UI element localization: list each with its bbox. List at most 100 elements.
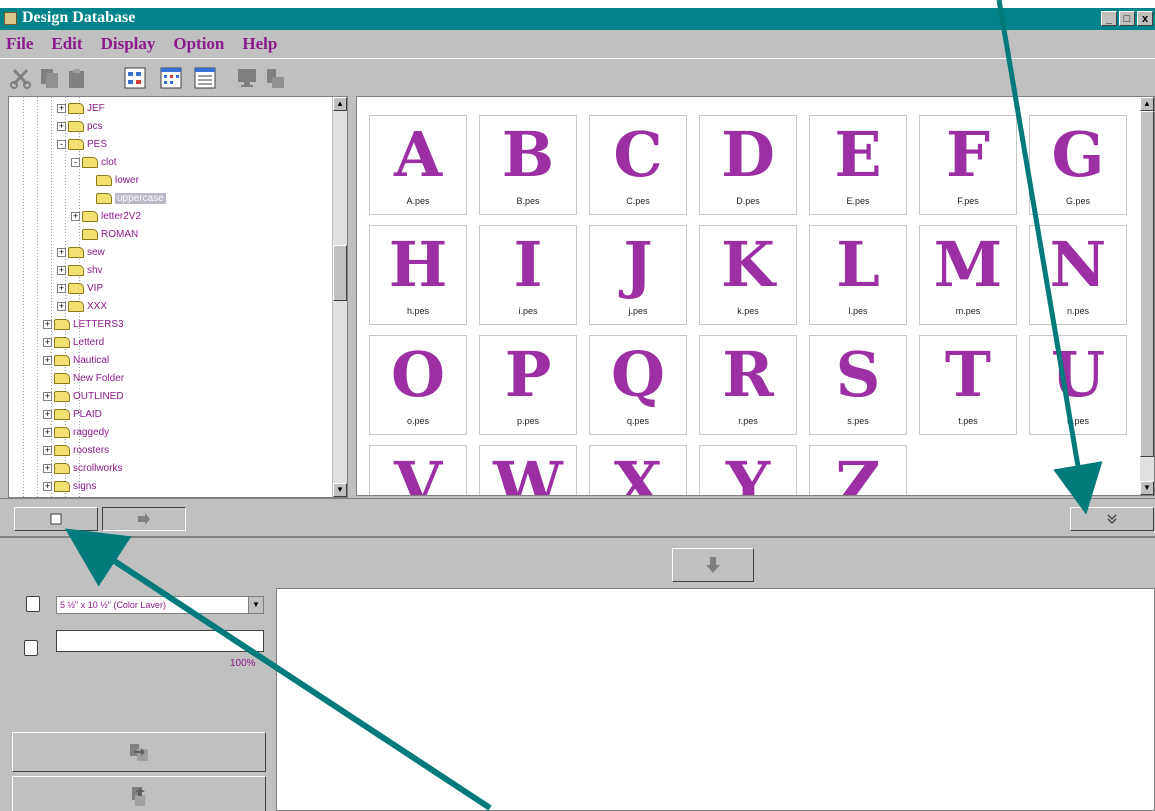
expand-icon[interactable]: + <box>43 355 52 365</box>
design-thumbnail[interactable]: Ll.pes <box>809 225 907 325</box>
monitor-icon[interactable] <box>236 67 258 89</box>
collapse-button[interactable] <box>1070 507 1154 531</box>
design-thumbnail[interactable]: Kk.pes <box>699 225 797 325</box>
tree-item[interactable]: + scrollworks <box>43 459 122 477</box>
copy-icon[interactable] <box>38 67 60 89</box>
hoop-size-select[interactable]: 5 ½" x 10 ½" (Color Laver) ▼ <box>56 596 264 614</box>
close-button[interactable]: x <box>1137 11 1153 26</box>
tree-item[interactable]: uppercase <box>85 189 166 207</box>
expand-icon[interactable]: + <box>43 409 52 419</box>
tree-item[interactable]: lower <box>85 171 139 189</box>
folder-tree[interactable]: + JEF + pcs - PES - clot lower uppercase + letter2V… <box>8 96 348 498</box>
design-thumbnail[interactable]: X <box>589 445 687 495</box>
design-thumbnail[interactable]: Qq.pes <box>589 335 687 435</box>
expand-icon[interactable]: + <box>57 121 66 131</box>
design-thumbnail[interactable]: A A.pes <box>369 115 467 215</box>
expand-icon[interactable]: + <box>57 301 66 311</box>
list-icon[interactable] <box>194 67 216 89</box>
design-thumbnail[interactable]: Tt.pes <box>919 335 1017 435</box>
tree-item[interactable]: - clot <box>71 153 117 171</box>
expand-icon[interactable]: + <box>57 103 66 113</box>
tree-item[interactable]: + PLAID <box>43 405 102 423</box>
grid-scroll-up-button[interactable]: ▲ <box>1140 97 1154 111</box>
tree-item[interactable]: + roosters <box>43 441 109 459</box>
grid-scroll-down-button[interactable]: ▼ <box>1140 481 1154 495</box>
tree-scroll-down-button[interactable]: ▼ <box>333 483 347 497</box>
write-view-button[interactable] <box>102 507 186 531</box>
expand-icon[interactable]: + <box>43 391 52 401</box>
tree-item[interactable]: + XXX <box>57 297 107 315</box>
tree-item[interactable]: + sew <box>57 243 105 261</box>
card-preview-area[interactable] <box>276 588 1155 811</box>
design-thumbnail[interactable]: Nn.pes <box>1029 225 1127 325</box>
tree-item[interactable]: + OUTLINED <box>43 387 124 405</box>
tree-scroll-up-button[interactable]: ▲ <box>333 97 347 111</box>
paste-icon[interactable] <box>66 67 88 89</box>
grid-scroll-thumb[interactable] <box>1140 111 1154 457</box>
design-thumbnail[interactable]: Rr.pes <box>699 335 797 435</box>
small-icons-icon[interactable] <box>160 67 182 89</box>
design-thumbnail[interactable]: Jj.pes <box>589 225 687 325</box>
menu-file[interactable]: File <box>6 34 33 54</box>
menu-help[interactable]: Help <box>242 34 277 54</box>
design-thumbnail[interactable]: V <box>369 445 467 495</box>
card-checkbox[interactable] <box>26 596 40 612</box>
export-button[interactable] <box>12 776 266 811</box>
design-thumbnail[interactable]: Y <box>699 445 797 495</box>
tree-scroll-thumb[interactable] <box>333 245 347 301</box>
design-thumbnail[interactable]: Uu.pes <box>1029 335 1127 435</box>
tree-item[interactable]: - PES <box>57 135 107 153</box>
tree-item[interactable]: + pcs <box>57 117 103 135</box>
tree-item[interactable]: + LETTERS3 <box>43 315 124 333</box>
grid-scrollbar[interactable]: ▲ ▼ <box>1140 97 1154 495</box>
design-thumbnail[interactable]: Z <box>809 445 907 495</box>
expand-icon[interactable]: + <box>43 463 52 473</box>
design-thumbnail[interactable]: B B.pes <box>479 115 577 215</box>
design-thumbnail[interactable]: Pp.pes <box>479 335 577 435</box>
card-view-button[interactable] <box>14 507 98 531</box>
design-name-field[interactable] <box>56 630 264 652</box>
dropdown-arrow-icon[interactable]: ▼ <box>248 597 263 613</box>
design-thumbnail[interactable]: W <box>479 445 577 495</box>
expand-icon[interactable]: + <box>43 445 52 455</box>
design-thumbnail[interactable]: C C.pes <box>589 115 687 215</box>
design-thumbnail[interactable]: Mm.pes <box>919 225 1017 325</box>
menu-display[interactable]: Display <box>101 34 156 54</box>
design-thumbnail[interactable]: Ii.pes <box>479 225 577 325</box>
tree-item[interactable]: + VIP <box>57 279 103 297</box>
design-thumbnail[interactable]: G G.pes <box>1029 115 1127 215</box>
cut-icon[interactable] <box>10 67 32 89</box>
menu-edit[interactable]: Edit <box>51 34 82 54</box>
design-thumbnail[interactable]: Hh.pes <box>369 225 467 325</box>
minimize-button[interactable]: _ <box>1101 11 1117 26</box>
tree-item[interactable]: + Nautical <box>43 351 109 369</box>
title-bar[interactable]: Design Database _ □ x <box>0 8 1155 30</box>
expand-icon[interactable]: + <box>57 283 66 293</box>
tree-item[interactable]: + raggedy <box>43 423 109 441</box>
tree-item[interactable]: New Folder <box>43 369 124 387</box>
tree-item[interactable]: + JEF <box>57 99 105 117</box>
design-thumbnail[interactable]: Ss.pes <box>809 335 907 435</box>
tree-item[interactable]: + signs <box>43 477 96 495</box>
send-icon[interactable] <box>264 67 286 89</box>
design-thumbnail[interactable]: E E.pes <box>809 115 907 215</box>
tree-item[interactable]: + Letterd <box>43 333 104 351</box>
transfer-down-button[interactable] <box>672 548 754 582</box>
tree-scrollbar[interactable]: ▲ ▼ <box>332 97 347 497</box>
design-thumbnail[interactable]: D D.pes <box>699 115 797 215</box>
tree-item[interactable]: ROMAN <box>71 225 138 243</box>
collapse-icon[interactable]: - <box>71 157 80 167</box>
collapse-icon[interactable]: - <box>57 139 66 149</box>
design-thumbnail[interactable]: Oo.pes <box>369 335 467 435</box>
maximize-button[interactable]: □ <box>1119 11 1135 26</box>
menu-option[interactable]: Option <box>173 34 224 54</box>
expand-icon[interactable]: + <box>43 481 52 491</box>
design-thumbnail[interactable]: F F.pes <box>919 115 1017 215</box>
large-icons-icon[interactable] <box>124 67 146 89</box>
import-button[interactable] <box>12 732 266 772</box>
expand-icon[interactable]: + <box>71 211 80 221</box>
expand-icon[interactable]: + <box>57 265 66 275</box>
tree-item[interactable]: + shv <box>57 261 103 279</box>
file-checkbox[interactable] <box>24 640 38 656</box>
expand-icon[interactable]: + <box>57 247 66 257</box>
